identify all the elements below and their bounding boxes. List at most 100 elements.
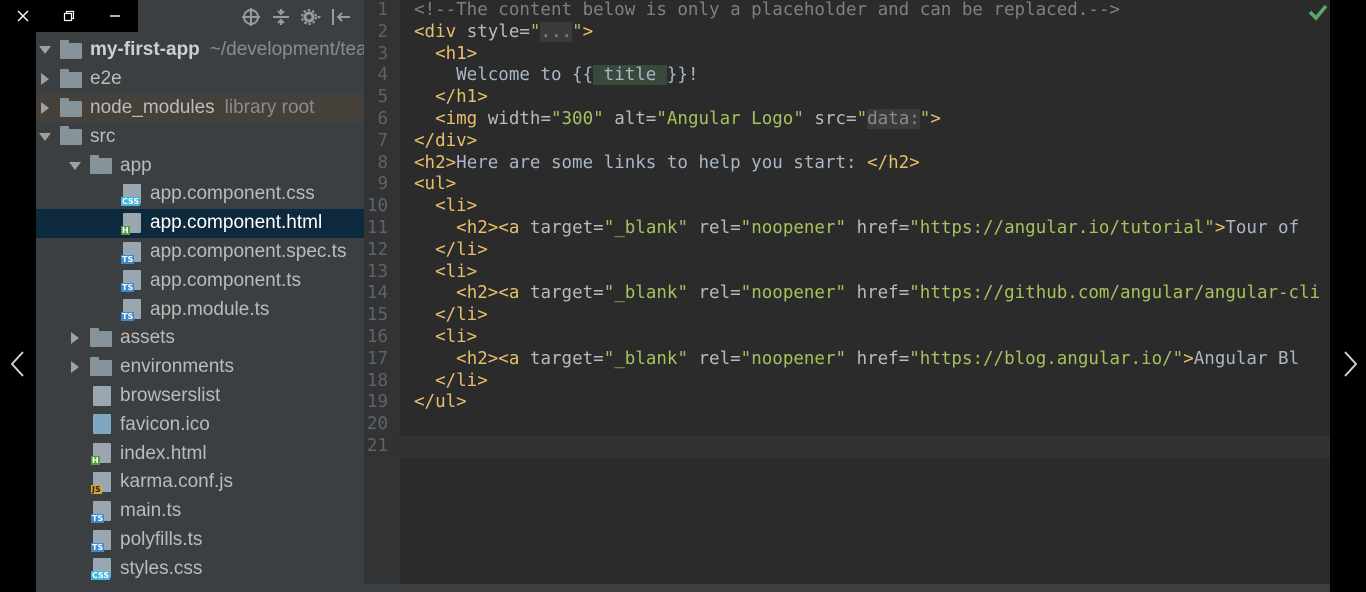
tree-item-label: app bbox=[120, 154, 152, 176]
code-line[interactable]: 13 <li> bbox=[364, 262, 1330, 284]
tree-item-hint: ~/development/tea bbox=[209, 39, 364, 61]
code-line[interactable]: 20 bbox=[364, 414, 1330, 436]
file-icon: TS bbox=[120, 241, 142, 264]
tree-item-label: my-first-app ~/development/tea bbox=[90, 39, 364, 61]
line-number: 9 bbox=[377, 174, 388, 195]
file-icon bbox=[90, 414, 112, 435]
tree-file-item[interactable]: TS app.module.ts bbox=[36, 295, 364, 324]
code-editor[interactable]: 1 <!--The content below is only a placeho… bbox=[364, 0, 1330, 584]
tree-folder-item[interactable]: node_modules library root bbox=[36, 93, 364, 123]
code-line[interactable]: 14 <h2><a target="_blank" rel="noopener"… bbox=[364, 283, 1330, 305]
target-icon[interactable] bbox=[240, 6, 262, 28]
file-icon: TS bbox=[90, 529, 112, 552]
file-icon: H bbox=[120, 212, 142, 235]
tree-item-label: assets bbox=[120, 327, 175, 349]
code-line[interactable]: 11 <h2><a target="_blank" rel="noopener"… bbox=[364, 218, 1330, 240]
chevron-down-icon[interactable] bbox=[38, 130, 52, 144]
code-line[interactable]: 15 </li> bbox=[364, 305, 1330, 327]
tree-item-label: app.module.ts bbox=[150, 298, 270, 320]
line-number: 5 bbox=[377, 87, 388, 108]
code-line[interactable]: 17 <h2><a target="_blank" rel="noopener"… bbox=[364, 349, 1330, 371]
tree-file-item[interactable]: CSS app.component.css bbox=[36, 180, 364, 209]
code-line[interactable]: 12 </li> bbox=[364, 240, 1330, 262]
line-number: 6 bbox=[377, 109, 388, 129]
code-text: <h2>Here are some links to help you star… bbox=[414, 152, 920, 173]
tree-folder-item[interactable]: my-first-app ~/development/tea bbox=[36, 36, 364, 65]
code-line[interactable]: 4 Welcome to {{ title }}! bbox=[364, 65, 1330, 87]
tree-item-label: main.ts bbox=[120, 500, 182, 522]
line-number: 7 bbox=[377, 130, 388, 151]
file-icon: TS bbox=[120, 299, 142, 322]
chevron-down-icon[interactable] bbox=[38, 43, 52, 57]
code-line[interactable]: 6 <img width="300" alt="Angular Logo" sr… bbox=[364, 109, 1330, 131]
tree-file-item[interactable]: JS karma.conf.js bbox=[36, 468, 364, 497]
code-line[interactable]: 5 </h1> bbox=[364, 87, 1330, 109]
code-text: <h2><a target="_blank" rel="noopener" hr… bbox=[456, 283, 1321, 304]
code-line[interactable]: 9 <ul> bbox=[364, 174, 1330, 196]
tree-file-item[interactable]: TS app.component.spec.ts bbox=[36, 238, 364, 267]
gear-icon[interactable] bbox=[300, 6, 322, 28]
line-number: 20 bbox=[366, 414, 388, 435]
tree-folder-item[interactable]: assets bbox=[36, 324, 364, 353]
close-button[interactable] bbox=[0, 0, 46, 32]
tree-item-label: app.component.spec.ts bbox=[150, 240, 347, 262]
code-text: </li> bbox=[435, 370, 488, 391]
code-line[interactable]: 8 <h2>Here are some links to help you sta… bbox=[364, 153, 1330, 175]
tree-file-item[interactable]: Hindex.html bbox=[36, 439, 364, 468]
tree-item-label: styles.css bbox=[120, 557, 203, 579]
line-number: 12 bbox=[366, 239, 388, 260]
collapse-icon[interactable] bbox=[270, 6, 292, 28]
line-number: 10 bbox=[366, 196, 388, 217]
line-number: 14 bbox=[366, 283, 388, 304]
restore-button[interactable] bbox=[46, 0, 92, 32]
tree-file-item[interactable]: favicon.ico bbox=[36, 410, 364, 439]
tree-folder-item[interactable]: app bbox=[36, 151, 364, 180]
code-text: </li> bbox=[435, 305, 488, 326]
minimize-button[interactable] bbox=[92, 0, 138, 32]
code-text: <div style="..."> bbox=[414, 21, 594, 42]
tree-file-item[interactable]: Happ.component.html bbox=[36, 208, 364, 238]
code-line[interactable]: 10 <li> bbox=[364, 196, 1330, 218]
code-text: <ul> bbox=[414, 174, 457, 195]
file-icon: CSS bbox=[90, 558, 112, 581]
code-line[interactable]: 3 <h1> bbox=[364, 44, 1330, 66]
chevron-right-icon[interactable] bbox=[68, 331, 82, 345]
next-arrow-icon[interactable] bbox=[1338, 350, 1362, 378]
code-line[interactable]: 21 bbox=[364, 436, 1330, 458]
code-line[interactable]: 2 <div style="..."> bbox=[364, 21, 1330, 44]
folder-icon bbox=[90, 356, 112, 377]
file-icon bbox=[90, 385, 112, 406]
folder-icon bbox=[60, 40, 82, 60]
tree-file-item[interactable]: browserslist bbox=[36, 382, 364, 411]
line-number: 19 bbox=[366, 392, 388, 413]
chevron-right-icon[interactable] bbox=[68, 360, 82, 374]
tree-item-label: e2e bbox=[90, 68, 122, 90]
chevron-down-icon[interactable] bbox=[68, 159, 82, 173]
folder-icon bbox=[90, 328, 112, 348]
file-icon: CSS bbox=[120, 184, 142, 206]
line-number: 4 bbox=[377, 65, 388, 86]
folder-icon bbox=[60, 68, 82, 89]
code-line[interactable]: 16 <li> bbox=[364, 327, 1330, 349]
code-line[interactable]: 18 </li> bbox=[364, 371, 1330, 393]
tree-folder-item[interactable]: src bbox=[36, 122, 364, 151]
code-line[interactable]: 19 </ul> bbox=[364, 392, 1330, 414]
folder-icon bbox=[90, 155, 112, 175]
hide-icon[interactable] bbox=[330, 6, 352, 28]
code-line[interactable]: 1 <!--The content below is only a placeho… bbox=[364, 0, 1330, 22]
chevron-right-icon[interactable] bbox=[38, 72, 52, 86]
tree-file-item[interactable]: TS app.component.ts bbox=[36, 266, 364, 295]
tree-item-label: karma.conf.js bbox=[120, 471, 233, 493]
tree-file-item[interactable]: TS polyfills.ts bbox=[36, 526, 364, 555]
code-line[interactable]: 7 </div> bbox=[364, 131, 1330, 153]
tree-file-item[interactable]: CSS styles.css bbox=[36, 554, 364, 583]
code-text: <h2><a target="_blank" rel="noopener" hr… bbox=[456, 218, 1300, 238]
chevron-right-icon[interactable] bbox=[38, 101, 52, 115]
line-number: 2 bbox=[377, 21, 388, 42]
tree-folder-item[interactable]: environments bbox=[36, 353, 364, 382]
tree-folder-item[interactable]: e2e bbox=[36, 65, 364, 94]
tree-file-item[interactable]: TS main.ts bbox=[36, 497, 364, 526]
code-text: </h1> bbox=[435, 87, 488, 108]
previous-arrow-icon[interactable] bbox=[6, 350, 30, 378]
minimize-icon bbox=[110, 15, 120, 17]
